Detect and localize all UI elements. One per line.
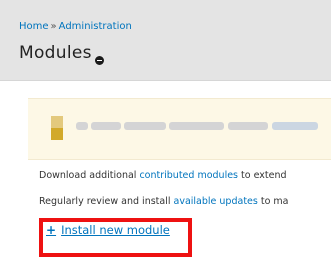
status-notice bbox=[28, 98, 331, 160]
circle-minus-icon[interactable] bbox=[95, 56, 104, 65]
help-text-contributed: Download additional contributed modules … bbox=[39, 170, 287, 181]
blurred-text bbox=[91, 122, 121, 130]
blurred-text bbox=[272, 122, 318, 130]
blurred-text bbox=[169, 122, 224, 130]
breadcrumb: Home» Administration bbox=[19, 21, 132, 32]
blurred-text bbox=[228, 122, 268, 130]
warning-icon bbox=[51, 116, 63, 128]
help-text-updates: Regularly review and install available u… bbox=[39, 196, 289, 207]
help-text-suffix: to extend bbox=[238, 170, 287, 181]
warning-icon-lower bbox=[51, 128, 63, 140]
page-header: Home» Administration Modules bbox=[0, 0, 331, 81]
help-text-prefix: Regularly review and install bbox=[39, 196, 174, 207]
breadcrumb-home-link[interactable]: Home bbox=[19, 21, 49, 32]
help-text-prefix: Download additional bbox=[39, 170, 140, 181]
breadcrumb-separator: » bbox=[50, 21, 57, 32]
blurred-text bbox=[76, 122, 88, 130]
page-title: Modules bbox=[19, 43, 92, 63]
contributed-modules-link[interactable]: contributed modules bbox=[139, 170, 238, 181]
blurred-text bbox=[124, 122, 166, 130]
highlight-box bbox=[39, 218, 192, 257]
available-updates-link[interactable]: available updates bbox=[174, 196, 258, 207]
breadcrumb-administration-link[interactable]: Administration bbox=[59, 21, 132, 32]
help-text-suffix: to ma bbox=[257, 196, 289, 207]
